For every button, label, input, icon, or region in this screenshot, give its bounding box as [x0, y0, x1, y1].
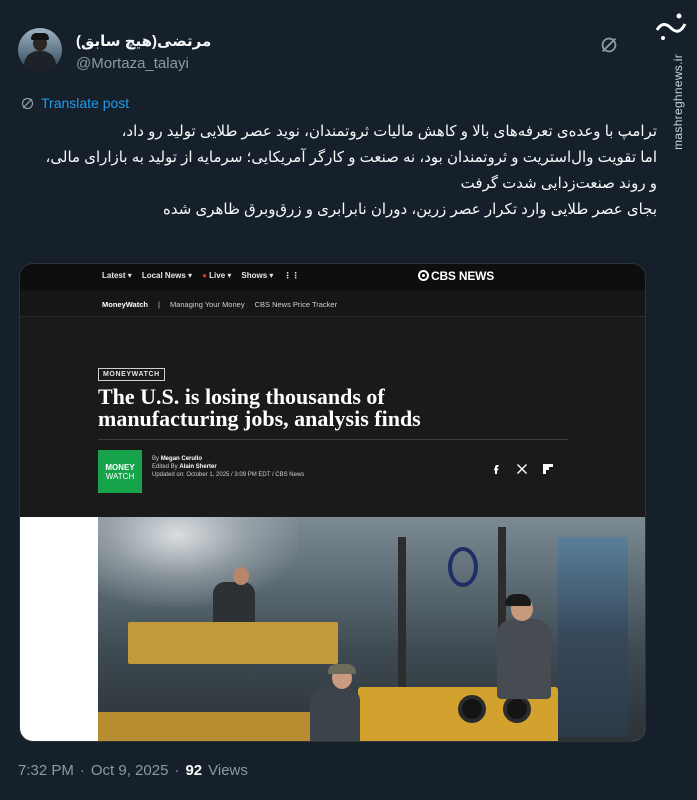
article-header: MONEYWATCH The U.S. is losing thousands … — [20, 317, 645, 517]
share-icons — [490, 463, 554, 475]
avatar[interactable] — [18, 28, 62, 72]
facebook-icon — [494, 465, 499, 474]
watermark: mashreghnews.ir — [651, 10, 691, 250]
nav-item: ● Live ▾ — [202, 271, 232, 280]
tweet-line: اما تقویت وال‌استریت و ثروتمندان بود، نه… — [45, 149, 657, 192]
cbs-subnav: MoneyWatch | Managing Your Money CBS New… — [20, 290, 645, 317]
article-headline: The U.S. is losing thousands of manufact… — [98, 384, 421, 431]
post-meta: 7:32 PM · Oct 9, 2025 · 92 Views — [18, 762, 248, 779]
translate-post-link[interactable]: Translate post — [20, 95, 129, 111]
moneywatch-logo: MONEY WATCH — [98, 450, 142, 493]
meta-separator: · — [79, 762, 85, 779]
views-label: Views — [208, 762, 248, 779]
post-date[interactable]: Oct 9, 2025 — [91, 762, 169, 779]
translate-icon — [21, 97, 34, 109]
cbs-top-bar: Latest ▾ Local News ▾ ● Live ▾ Shows ▾ ⋮… — [20, 264, 645, 290]
tweet-text: ترامپ با وعده‌ی تعرفه‌های بالا و کاهش ما… — [40, 119, 657, 223]
mashregh-logo-icon — [655, 13, 687, 40]
divider — [98, 439, 568, 440]
grok-icon[interactable] — [598, 34, 620, 56]
post-header: مرتضی(هیچ سابق) @Mortaza_talayi — [18, 26, 697, 76]
views-count[interactable]: 92 — [185, 762, 202, 779]
subnav-item: CBS News Price Tracker — [254, 300, 338, 309]
subnav-item: MoneyWatch — [102, 300, 148, 309]
moneywatch-badge: MONEYWATCH — [98, 368, 165, 381]
article-photo-frame — [20, 517, 645, 741]
tweet-line: ترامپ با وعده‌ی تعرفه‌های بالا و کاهش ما… — [121, 123, 657, 140]
author-handle[interactable]: @Mortaza_talayi — [76, 55, 189, 72]
author-name[interactable]: مرتضی(هیچ سابق) — [76, 32, 211, 50]
nav-more-icon: ⋮⋮ — [283, 271, 300, 280]
x-icon — [517, 464, 527, 474]
meta-separator: · — [174, 762, 180, 779]
watermark-url: mashreghnews.ir — [671, 54, 685, 150]
post-time[interactable]: 7:32 PM — [18, 762, 74, 779]
nav-item: Local News ▾ — [141, 271, 193, 280]
translate-label[interactable]: Translate post — [41, 95, 129, 111]
factory-photo — [98, 517, 645, 741]
cbs-news-logo: CBS NEWS — [418, 269, 494, 283]
nav-item: Latest ▾ — [102, 271, 132, 280]
byline: By Megan Cerullo Edited By Alain Sherter… — [152, 456, 305, 478]
subnav-divider: | — [157, 300, 160, 309]
cbs-eye-icon — [418, 270, 429, 281]
tweet-line: بجای عصر طلایی وارد تکرار عصر زرین، دورا… — [163, 201, 657, 218]
nav-item: Shows ▾ — [241, 271, 274, 280]
attached-image[interactable]: Latest ▾ Local News ▾ ● Live ▾ Shows ▾ ⋮… — [19, 263, 646, 742]
subnav-item: Managing Your Money — [169, 300, 245, 309]
flipboard-icon — [543, 464, 553, 474]
cbs-nav: Latest ▾ Local News ▾ ● Live ▾ Shows ▾ ⋮… — [102, 271, 299, 280]
